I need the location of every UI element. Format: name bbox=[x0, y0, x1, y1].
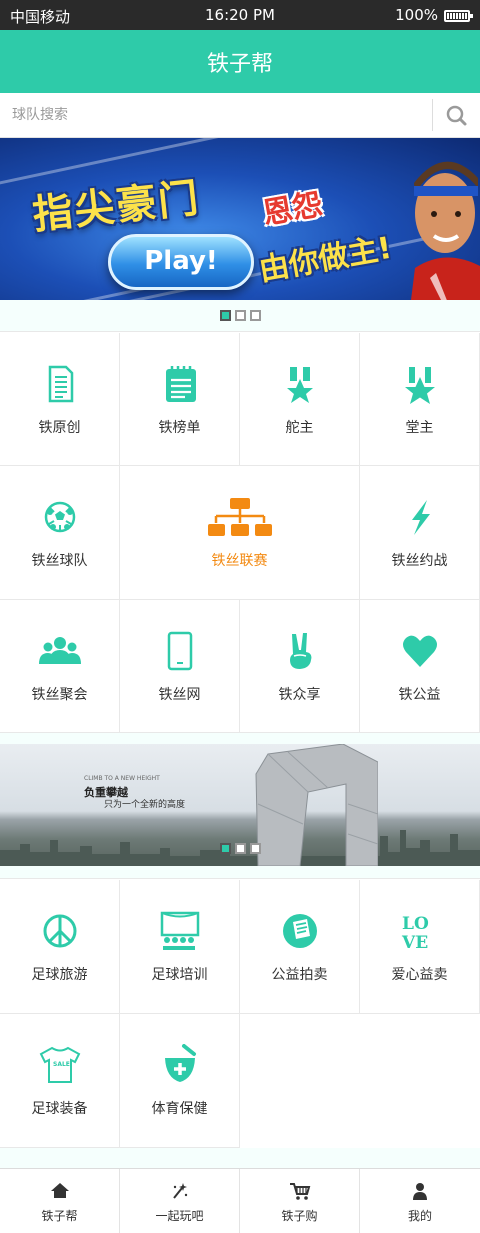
battery-icon bbox=[444, 10, 473, 22]
grid-item-classroom[interactable]: 足球培训 bbox=[120, 880, 240, 1014]
grid-item-document[interactable]: 铁原创 bbox=[0, 333, 120, 467]
search-button[interactable] bbox=[433, 93, 480, 137]
search-input[interactable] bbox=[0, 93, 432, 137]
carousel-dot[interactable] bbox=[219, 843, 231, 854]
grid-item-label: 足球装备 bbox=[31, 1101, 88, 1117]
tab-label: 我的 bbox=[407, 1209, 432, 1223]
svg-text:SALE: SALE bbox=[53, 1061, 70, 1068]
banner-english-line: CLIMB TO A NEW HEIGHT bbox=[84, 775, 160, 782]
grid-item-tshirt[interactable]: SALE 足球装备 bbox=[0, 1014, 120, 1148]
grid-item-soccer-ball[interactable]: 铁丝球队 bbox=[0, 466, 120, 600]
carousel-dot[interactable] bbox=[234, 843, 246, 854]
banner-tagline: 由你做主! bbox=[256, 230, 395, 289]
carousel-dots-mid[interactable] bbox=[0, 843, 480, 855]
grid-item-group[interactable]: 铁丝聚会 bbox=[0, 599, 120, 734]
grid-item-heart[interactable]: 铁公益 bbox=[360, 599, 480, 734]
grid-item-label: 足球培训 bbox=[151, 967, 208, 983]
svg-text:LO: LO bbox=[402, 914, 429, 934]
love-text-icon: LO VE bbox=[360, 910, 479, 953]
grid-item-auction-note[interactable]: 公益拍卖 bbox=[240, 880, 360, 1014]
grid-item-label: 公益拍卖 bbox=[271, 967, 328, 983]
grid-item-label: 爱心益卖 bbox=[391, 967, 448, 983]
auction-note-icon bbox=[240, 910, 359, 952]
tab-sparkle[interactable]: 一起玩吧 bbox=[120, 1169, 240, 1233]
grid-item-phone[interactable]: 铁丝网 bbox=[120, 599, 240, 734]
banner-headline-accent: 恩怨 bbox=[260, 187, 326, 232]
grid-item-label: 铁丝聚会 bbox=[31, 686, 88, 703]
home-icon bbox=[0, 1181, 119, 1201]
grid-item-label: 铁丝球队 bbox=[31, 553, 88, 570]
header-bar: 铁子帮 bbox=[0, 30, 480, 93]
grid-item-label: 足球旅游 bbox=[31, 967, 88, 983]
carousel-dot[interactable] bbox=[249, 310, 261, 321]
grid-item-label: 堂主 bbox=[405, 420, 434, 436]
football-player-illustration bbox=[411, 161, 480, 300]
svg-text:VE: VE bbox=[401, 933, 428, 952]
document-icon bbox=[0, 363, 119, 405]
promo-banner-game[interactable]: 指尖豪门 恩怨 由你做主! Play! bbox=[0, 138, 480, 300]
battery-percentage: 100% bbox=[395, 6, 438, 24]
play-button[interactable]: Play! bbox=[108, 234, 254, 290]
grid-item-star-medal[interactable]: 堂主 bbox=[360, 333, 480, 467]
peace-sign-icon bbox=[0, 910, 119, 952]
grid-item-notepad[interactable]: 铁榜单 bbox=[120, 333, 240, 467]
search-bar bbox=[0, 93, 480, 138]
section-spacer bbox=[0, 1148, 480, 1168]
section-spacer bbox=[0, 733, 480, 744]
grid-item-label: 铁丝联赛 bbox=[211, 553, 268, 570]
tab-cart[interactable]: 铁子购 bbox=[240, 1169, 360, 1233]
banner-headline: 指尖豪门 bbox=[30, 175, 203, 239]
tab-home[interactable]: 铁子帮 bbox=[0, 1169, 120, 1233]
page-title: 铁子帮 bbox=[206, 52, 273, 77]
grid-item-love-text[interactable]: LO VE 爱心益卖 bbox=[360, 880, 480, 1014]
tab-label: 铁子帮 bbox=[41, 1209, 78, 1223]
carousel-dots[interactable] bbox=[0, 310, 480, 322]
carousel-dot[interactable] bbox=[249, 843, 261, 854]
grid-item-peace-sign[interactable]: 足球旅游 bbox=[0, 880, 120, 1014]
peace-hand-icon bbox=[240, 630, 359, 672]
medal-icon bbox=[240, 363, 359, 405]
classroom-icon bbox=[120, 910, 239, 952]
banner-mid-subline: 只为一个全新的高度 bbox=[104, 800, 186, 810]
grid-item-label: 舵主 bbox=[285, 420, 314, 436]
sparkle-icon bbox=[120, 1181, 239, 1201]
lightning-icon bbox=[360, 496, 479, 538]
user-icon bbox=[360, 1181, 480, 1201]
grid-item-label: 铁丝网 bbox=[158, 686, 201, 703]
grid-item-label: 铁丝约战 bbox=[391, 553, 448, 570]
grid-item-peace-hand[interactable]: 铁众享 bbox=[240, 599, 360, 734]
grid-item-label: 铁众享 bbox=[278, 686, 321, 703]
grid-item-label: 铁原创 bbox=[38, 420, 81, 436]
grid-item-lightning[interactable]: 铁丝约战 bbox=[360, 466, 480, 600]
phone-icon bbox=[120, 630, 239, 672]
grid-item-mortar-cross[interactable]: 体育保健 bbox=[120, 1014, 240, 1148]
grid-item-label: 铁公益 bbox=[398, 686, 441, 703]
carousel-dot[interactable] bbox=[219, 310, 231, 321]
tshirt-icon: SALE bbox=[0, 1044, 119, 1086]
tab-user[interactable]: 我的 bbox=[360, 1169, 480, 1233]
soccer-ball-icon bbox=[0, 496, 119, 538]
status-bar: 中国移动 16:20 PM 100% bbox=[0, 0, 480, 30]
bottom-tab-bar: 铁子帮 一起玩吧 铁子购 我的 bbox=[0, 1168, 480, 1233]
org-chart-icon bbox=[120, 496, 359, 538]
carousel-dot[interactable] bbox=[234, 310, 246, 321]
grid-item-label: 铁榜单 bbox=[158, 420, 201, 436]
grid-item-org-chart[interactable]: 铁丝联赛 bbox=[120, 466, 360, 600]
notepad-icon bbox=[120, 363, 239, 405]
mortar-cross-icon bbox=[120, 1044, 239, 1086]
search-icon bbox=[446, 105, 467, 126]
grid-item-medal[interactable]: 舵主 bbox=[240, 333, 360, 467]
tab-label: 铁子购 bbox=[281, 1209, 318, 1223]
feature-grid-primary: 铁原创 铁榜单 舵主 堂主铁丝球队 铁丝联赛 铁丝约战铁丝聚会 铁丝网 铁众享 铁公益 bbox=[0, 333, 480, 734]
heart-icon bbox=[360, 630, 479, 672]
group-icon bbox=[0, 630, 119, 672]
feature-grid-secondary: 足球旅游 足球培训 公益拍卖 LO VE 爱心益卖 SALE 足球装备 体育保健 bbox=[0, 880, 480, 1148]
grid-item-label: 体育保健 bbox=[151, 1101, 208, 1117]
star-medal-icon bbox=[360, 363, 479, 405]
tab-label: 一起玩吧 bbox=[155, 1209, 204, 1223]
cart-icon bbox=[240, 1181, 359, 1201]
section-spacer bbox=[0, 866, 480, 879]
